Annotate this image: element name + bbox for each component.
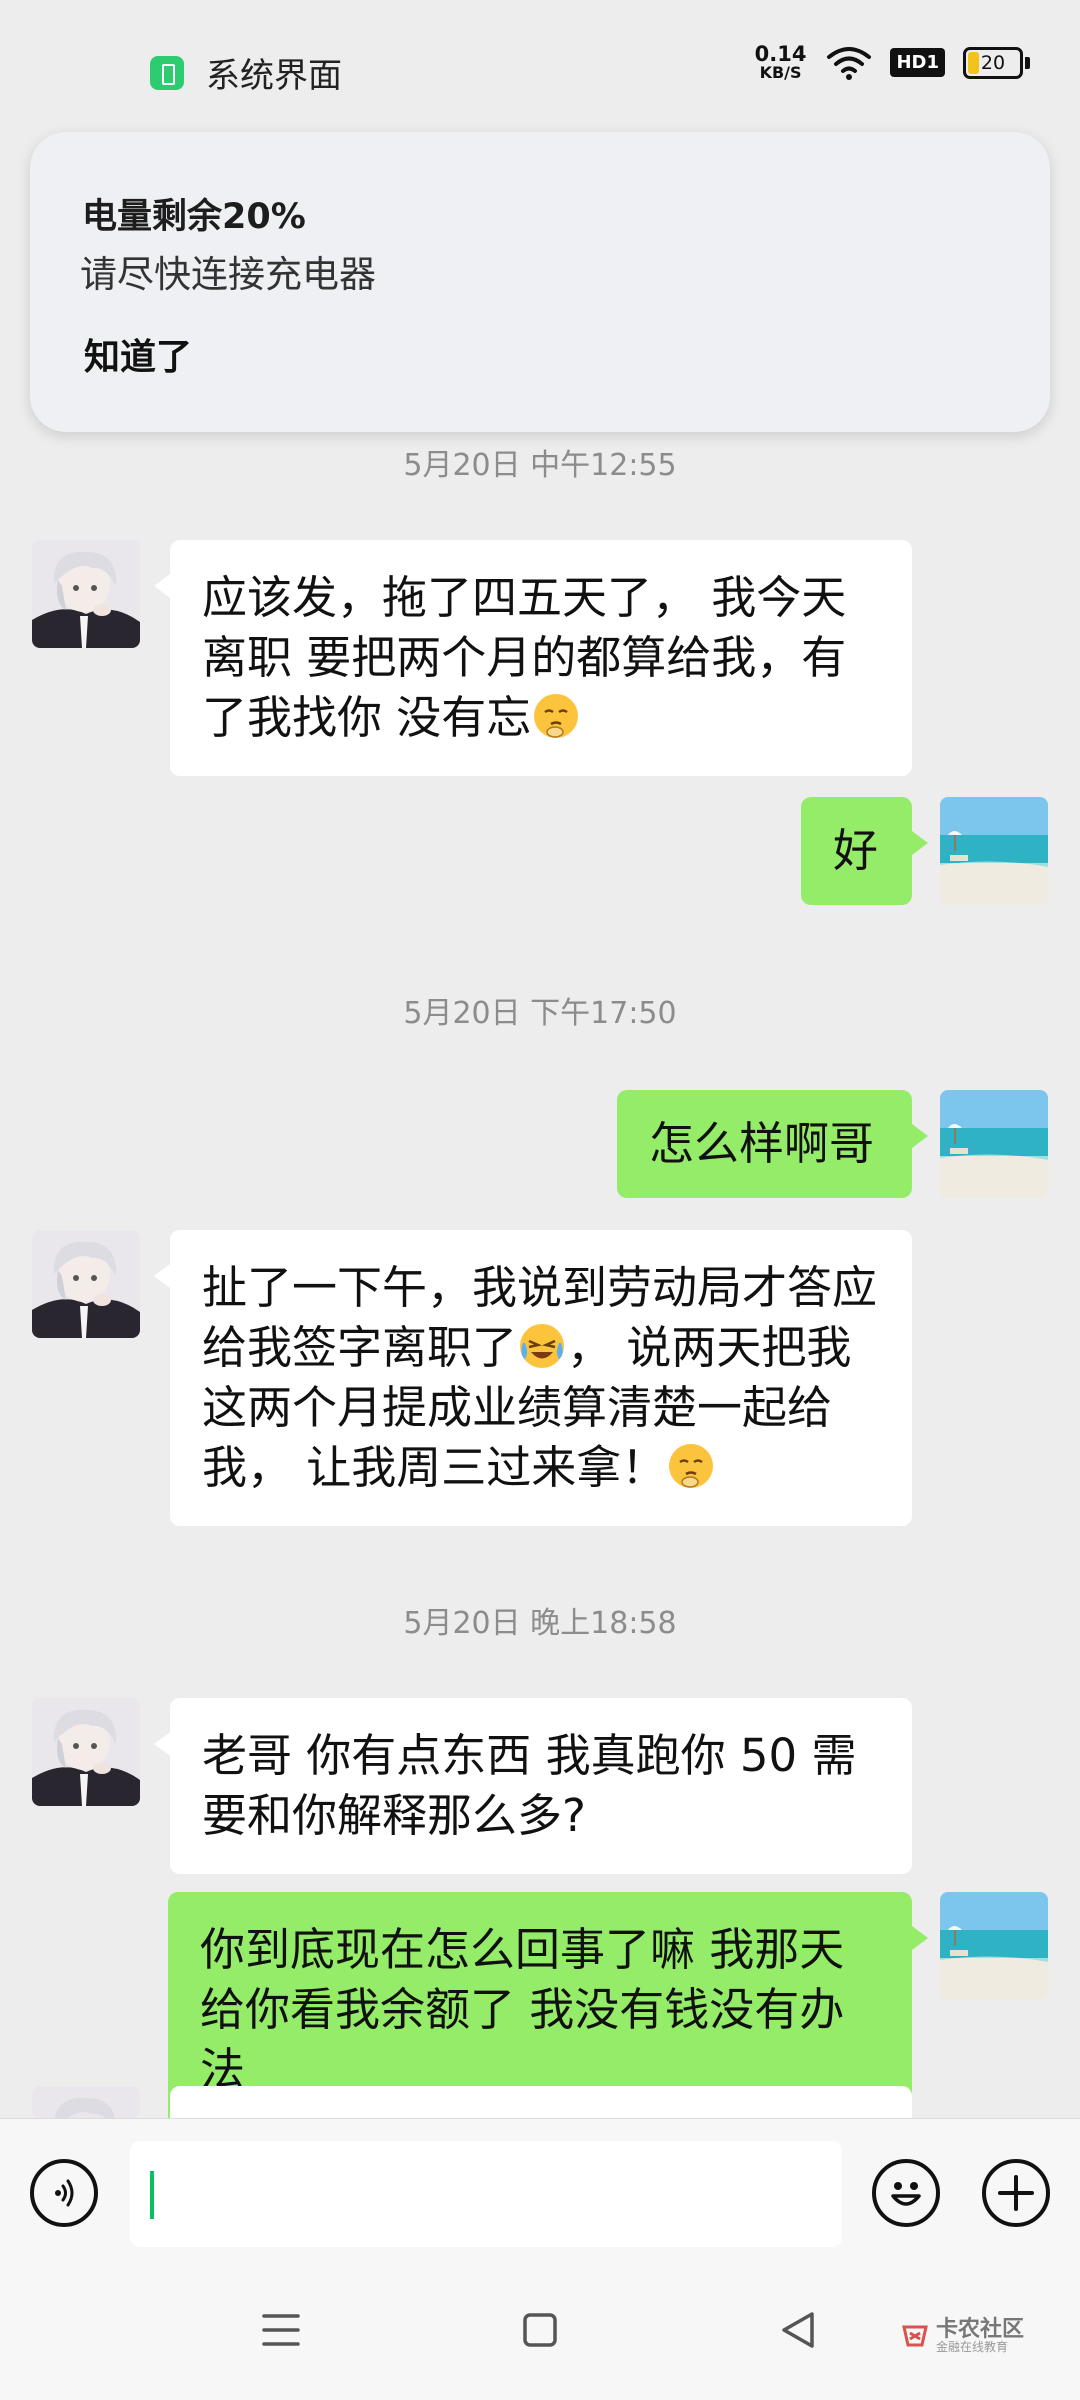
watermark: 卡农社区 金融在线教育 [900, 2318, 1024, 2354]
chat-timestamp: 5月20日 晚上18:58 [403, 1606, 677, 1641]
battery-percent: 20 [980, 51, 1006, 74]
contact-avatar-image [32, 1230, 140, 1338]
message-bubble-incoming[interactable]: 扯了一下午，我说到劳动局才答应给我签字离职了， 说两天把我这两个月提成业绩算清楚… [154, 1230, 912, 1526]
thinking-sad-emoji [534, 694, 579, 738]
plus-icon [998, 2175, 1034, 2211]
contact-avatar[interactable] [32, 1230, 140, 1338]
chat-input-bar [0, 2118, 1080, 2261]
battery-fill [968, 51, 979, 74]
notification-title: 电量剩余20% [82, 197, 306, 237]
contact-avatar[interactable] [32, 2086, 140, 2118]
crying-laughing-emoji [520, 1324, 565, 1368]
message-text: 你到底现在怎么回事了嘛 我那天给你看我余额了 我没有钱没有办法 [200, 1923, 845, 2096]
contact-avatar-image [32, 540, 140, 648]
my-avatar-image [940, 797, 1048, 905]
smiley-icon [891, 2182, 921, 2206]
message-text: 好 [833, 824, 879, 877]
more-actions-button[interactable] [982, 2159, 1050, 2227]
menu-icon[interactable] [262, 2312, 300, 2348]
chat-timestamp: 5月20日 下午17:50 [403, 996, 677, 1031]
battery-tip [1025, 56, 1030, 69]
message-text: 老哥 你有点东西 我真跑你 50 需要和你解释那么多? [202, 1729, 857, 1842]
text-caret [150, 2171, 154, 2219]
back-icon[interactable] [780, 2310, 816, 2350]
message-bubble-incoming-partial[interactable] [170, 2086, 912, 2118]
my-avatar-image [940, 1090, 1048, 1198]
watermark-title: 卡农社区 [936, 2317, 1025, 2342]
status-bar-left: 系统界面 [150, 48, 342, 97]
status-app-name: 系统界面 [206, 56, 342, 96]
contact-avatar[interactable] [32, 540, 140, 648]
message-bubble-outgoing[interactable]: 好 [801, 797, 928, 905]
message-bubble-incoming[interactable]: 老哥 你有点东西 我真跑你 50 需要和你解释那么多? [154, 1698, 912, 1874]
message-bubble-incoming[interactable]: 应该发，拖了四五天了， 我今天离职 要把两个月的都算给我，有了我找你 没有忘 [154, 540, 912, 776]
message-bubble-outgoing[interactable]: 怎么样啊哥 [617, 1090, 928, 1198]
my-avatar[interactable] [940, 1892, 1048, 2000]
contact-avatar-image [32, 2086, 140, 2118]
wifi-icon [827, 46, 872, 80]
contact-avatar[interactable] [32, 1698, 140, 1806]
emoji-button[interactable] [872, 2159, 940, 2227]
net-speed-value: 0.14 [754, 42, 807, 66]
my-avatar[interactable] [940, 797, 1048, 905]
watermark-subtitle: 金融在线教育 [936, 2340, 1009, 2355]
message-input[interactable] [130, 2141, 842, 2247]
net-speed: 0.14 KB/S [755, 44, 807, 81]
system-nav-bar: 卡农社区 金融在线教育 [0, 2260, 1080, 2400]
message-text: 应该发，拖了四五天了， 我今天离职 要把两个月的都算给我，有了我找你 没有忘 [202, 571, 847, 744]
voice-input-button[interactable] [30, 2159, 98, 2227]
watermark-logo-icon [902, 2325, 928, 2347]
status-bar-right: 0.14 KB/S HD1 20 [755, 44, 1030, 81]
net-speed-unit: KB/S [759, 63, 802, 82]
chat-timestamp: 5月20日 中午12:55 [403, 448, 677, 483]
battery-low-notification[interactable]: 电量剩余20% 请尽快连接充电器 知道了 [30, 132, 1050, 432]
thinking-sad-emoji [669, 1444, 714, 1488]
home-icon[interactable] [522, 2312, 558, 2348]
message-text: 怎么样啊哥 [649, 1117, 875, 1170]
acknowledge-button[interactable]: 知道了 [84, 328, 192, 380]
status-bar: 系统界面 0.14 KB/S HD1 20 [0, 0, 1080, 136]
my-avatar-image [940, 1892, 1048, 2000]
contact-avatar-image [32, 1698, 140, 1806]
battery-icon: 20 [963, 46, 1023, 79]
voice-icon [55, 2179, 74, 2207]
hd-voice-badge: HD1 [890, 48, 945, 77]
notification-body: 请尽快连接充电器 [80, 253, 376, 296]
my-avatar[interactable] [940, 1090, 1048, 1198]
battery-app-icon [150, 55, 184, 90]
